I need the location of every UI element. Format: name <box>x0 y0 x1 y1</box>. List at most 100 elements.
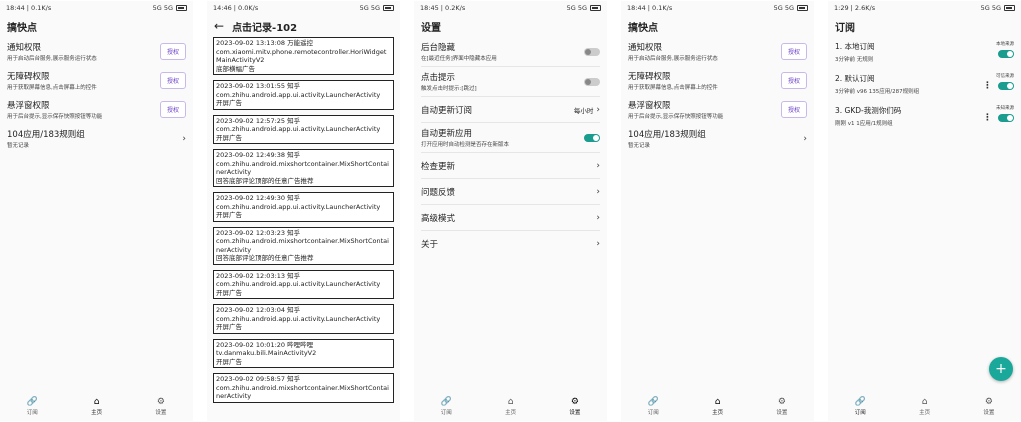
log-entry[interactable]: 2023-09-02 12:03:23 知乎 com.zhihu.android.… <box>213 226 394 265</box>
item-title: 自动更新应用 <box>421 129 473 139</box>
permission-overlay: 悬浮窗权限 用于后台提示,显示保存快照按钮等功能 授权 <box>0 95 193 124</box>
item-desc: 3分钟前 v96 135应用/287规则组 <box>835 89 920 95</box>
status-bar: 18:44 | 0.1K/s 5G 5G <box>621 1 814 15</box>
nav-subscription[interactable]: 🔗 订阅 <box>26 398 38 417</box>
item-title: 问题反馈 <box>421 187 456 198</box>
nav-home[interactable]: ⌂ 主页 <box>505 397 517 417</box>
setting-value: 每小时 <box>573 106 594 115</box>
auto-update-app-toggle[interactable] <box>584 133 600 142</box>
grant-overlay-button[interactable]: 授权 <box>780 101 807 118</box>
grant-accessibility-button[interactable]: 授权 <box>780 72 807 89</box>
source-tag: 可信来源 <box>996 74 1014 79</box>
log-entry[interactable]: 2023-09-02 12:49:30 知乎 com.zhihu.android.… <box>213 192 394 222</box>
subscription-custom[interactable]: 3. GKD-我测你们码 刚刚 v1 1应用/1规则组 未知来源 ⋮ <box>828 101 1021 133</box>
permission-overlay: 悬浮窗权限 用于后台提示,显示保存快照按钮等功能 授权 <box>621 95 814 124</box>
grant-accessibility-button[interactable]: 授权 <box>159 72 186 89</box>
log-time: 2023-09-02 13:13:08 万能遥控 <box>216 39 314 47</box>
nav-label: 设置 <box>983 410 995 416</box>
nav-home[interactable]: ⌂ 主页 <box>919 398 931 417</box>
log-rule: 开屏广告 <box>216 357 242 366</box>
log-activity: com.zhihu.android.app.ui.activity.Launch… <box>216 202 381 211</box>
item-title: 后台隐藏 <box>421 43 456 53</box>
log-time: 2023-09-02 12:03:13 知乎 <box>216 271 301 280</box>
log-entry[interactable]: 2023-09-02 12:49:38 知乎 com.zhihu.android.… <box>213 149 394 187</box>
nav-settings[interactable]: ⚙ 设置 <box>983 398 995 417</box>
rules-summary[interactable]: 104应用/183规则组 暂无记录 › <box>0 124 193 153</box>
more-vert-icon[interactable]: ⋮ <box>983 82 992 91</box>
rules-summary[interactable]: 104应用/183规则组 暂无记录 › <box>621 124 814 153</box>
item-desc: 用于获取屏幕信息,点击屏幕上的控件 <box>628 85 718 91</box>
grant-overlay-button[interactable]: 授权 <box>159 101 186 118</box>
status-bar: 14:46 | 0.0K/s 5G 5G <box>207 1 400 15</box>
gear-icon: ⚙ <box>777 397 786 407</box>
nav-label: 订阅 <box>854 410 866 416</box>
nav-settings[interactable]: ⚙ 设置 <box>776 397 787 417</box>
subscription-default[interactable]: 2. 默认订阅 3分钟前 v96 135应用/287规则组 可信来源 ⋮ <box>828 69 1021 101</box>
log-activity: com.zhihu.android.app.ui.activity.Launch… <box>216 125 381 133</box>
home-icon: ⌂ <box>93 397 100 407</box>
subscription-toggle[interactable] <box>998 82 1014 90</box>
nav-label: 订阅 <box>26 410 38 416</box>
hide-background-toggle[interactable] <box>584 47 600 56</box>
log-entry[interactable]: 2023-09-02 12:57:25 知乎 com.zhihu.android.… <box>213 114 394 144</box>
item-title: 点击提示 <box>421 73 456 83</box>
nav-settings[interactable]: ⚙ 设置 <box>155 398 166 417</box>
setting-auto-update-subscription[interactable]: 自动更新订阅 每小时 › <box>414 97 607 122</box>
page-title: 订阅 <box>835 22 855 34</box>
grant-notify-button[interactable]: 授权 <box>780 43 807 60</box>
log-time: 2023-09-02 12:49:30 知乎 <box>216 194 301 202</box>
log-activity: com.zhihu.android.mixshortcontainer.MixS… <box>216 383 389 401</box>
battery-icon <box>176 5 187 11</box>
status-bar: 18:45 | 0.2K/s 5G 5G <box>414 1 607 15</box>
click-hint-toggle[interactable] <box>584 77 600 86</box>
subscription-local[interactable]: 1. 本地订阅 3分钟前 无规则 本地来源 <box>828 37 1021 69</box>
log-entry[interactable]: 2023-09-02 12:03:04 知乎 com.zhihu.android.… <box>213 304 394 334</box>
nav-label: 主页 <box>712 410 724 416</box>
nav-home[interactable]: ⌂ 主页 <box>91 397 102 417</box>
back-arrow-icon[interactable]: ← <box>214 19 224 33</box>
status-time: 1:29 | 2.6K/s <box>834 4 876 12</box>
link-icon: 🔗 <box>440 397 452 407</box>
nav-subscription[interactable]: 🔗 订阅 <box>648 398 659 417</box>
menu-feedback[interactable]: 问题反馈 › <box>414 179 607 204</box>
home-icon: ⌂ <box>507 397 514 407</box>
log-activity: com.zhihu.android.app.ui.activity.Launch… <box>216 314 381 323</box>
log-entry[interactable]: 2023-09-02 13:01:55 知乎 com.zhihu.android.… <box>213 80 394 110</box>
menu-about[interactable]: 关于 › <box>414 231 607 256</box>
nav-subscription[interactable]: 🔗 订阅 <box>854 398 866 417</box>
item-title: 1. 本地订阅 <box>835 42 875 51</box>
chevron-right-icon: › <box>596 160 600 171</box>
log-time: 2023-09-02 12:49:38 知乎 <box>216 151 301 159</box>
setting-auto-update-app: 自动更新应用 打开应用时自动检测是否存在新版本 <box>414 123 607 152</box>
status-time: 18:44 | 0.1K/s <box>6 4 52 12</box>
gear-icon: ⚙ <box>570 397 579 407</box>
log-activity: tv.danmaku.bili.MainActivityV2 <box>216 349 317 357</box>
nav-subscription[interactable]: 🔗 订阅 <box>440 397 452 417</box>
log-entry[interactable]: 2023-09-02 10:01:20 哔哩哔哩 tv.danmaku.bili.… <box>213 338 394 368</box>
item-title: 悬浮窗权限 <box>628 101 671 111</box>
add-subscription-button[interactable]: + <box>989 357 1013 381</box>
log-entry[interactable]: 2023-09-02 12:03:13 知乎 com.zhihu.android.… <box>213 269 394 299</box>
menu-check-update[interactable]: 检查更新 › <box>414 153 607 178</box>
subscription-toggle[interactable] <box>998 114 1014 122</box>
log-entry[interactable]: 2023-09-02 09:58:57 知乎 com.zhihu.android.… <box>213 373 394 403</box>
nav-home[interactable]: ⌂ 主页 <box>712 398 724 417</box>
nav-label: 主页 <box>919 410 931 416</box>
signal-icon: 5G 5G <box>359 4 380 12</box>
bottom-nav: 🔗 订阅 ⌂ 主页 ⚙ 设置 <box>621 393 814 421</box>
subscription-toggle[interactable] <box>998 50 1014 58</box>
status-time: 18:45 | 0.2K/s <box>420 4 466 12</box>
log-time: 2023-09-02 12:57:25 知乎 <box>216 116 301 125</box>
menu-advanced[interactable]: 高级模式 › <box>414 205 607 230</box>
more-vert-icon[interactable]: ⋮ <box>983 114 992 123</box>
battery-icon <box>1004 5 1015 11</box>
bottom-nav: 🔗 订阅 ⌂ 主页 ⚙ 设置 <box>414 393 607 421</box>
item-title: 2. 默认订阅 <box>835 74 875 83</box>
log-entry[interactable]: 2023-09-02 13:13:08 万能遥控 com.xiaomi.mitv.… <box>213 37 394 75</box>
item-title: 通知权限 <box>7 43 42 53</box>
item-desc: 刚刚 v1 1应用/1规则组 <box>835 121 893 127</box>
nav-settings[interactable]: ⚙ 设置 <box>569 397 580 417</box>
nav-label: 主页 <box>505 410 517 416</box>
log-rule: 开屏广告 <box>216 99 242 107</box>
grant-notify-button[interactable]: 授权 <box>159 43 186 60</box>
